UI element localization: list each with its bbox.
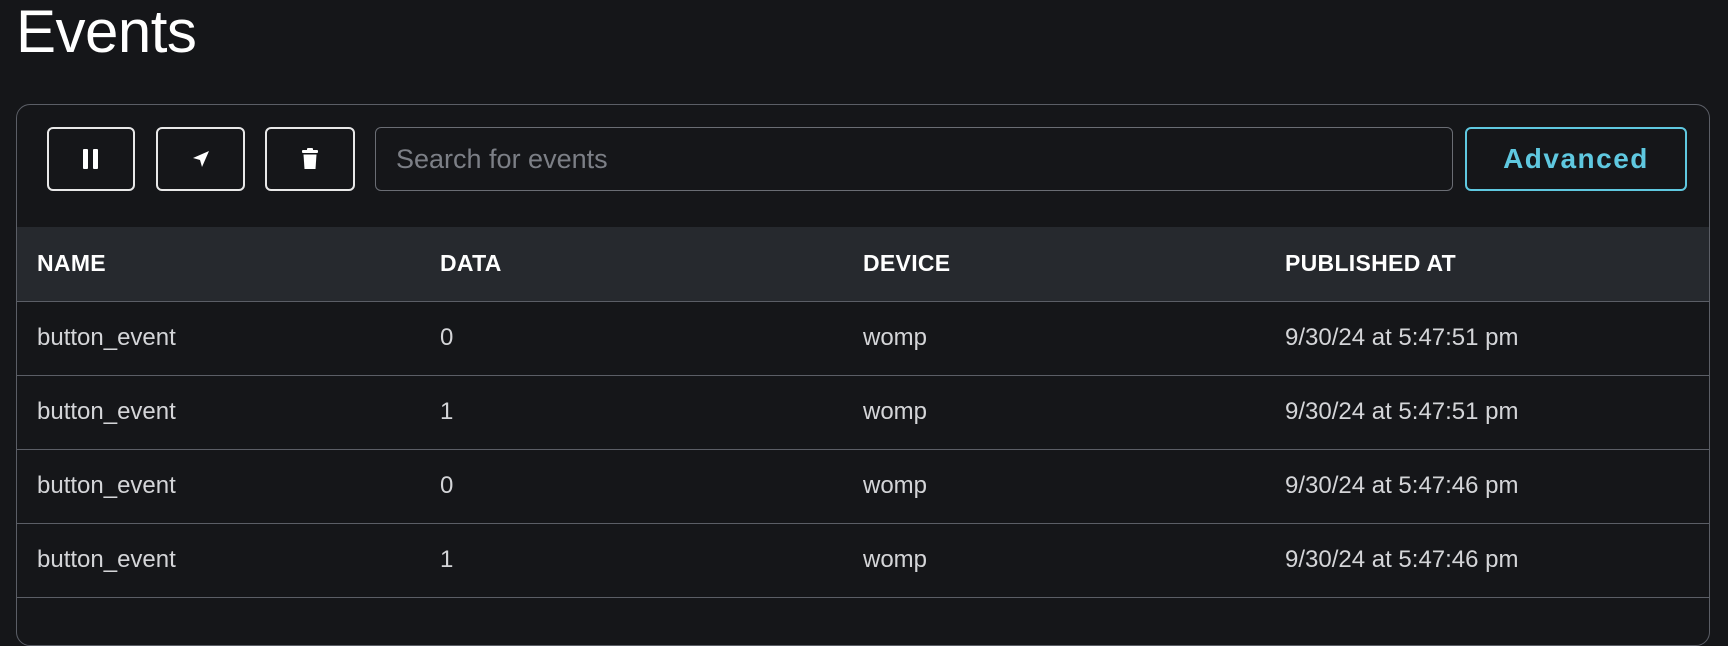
clear-events-button[interactable] — [265, 127, 355, 191]
event-published-cell: 9/30/24 at 5:47:51 pm — [1285, 398, 1519, 425]
column-header-device[interactable]: DEVICE — [843, 227, 1265, 301]
event-data-cell: 1 — [440, 546, 454, 573]
table-row[interactable]: button_event 0 womp 9/30/24 at 5:47:51 p… — [17, 301, 1709, 375]
event-device-cell: womp — [863, 546, 928, 573]
event-published-cell: 9/30/24 at 5:47:46 pm — [1285, 472, 1519, 499]
events-panel: Advanced NAME DATA DEVICE PUBLISHED AT b… — [16, 104, 1710, 646]
events-table: NAME DATA DEVICE PUBLISHED AT button_eve… — [17, 227, 1709, 598]
table-header-row: NAME DATA DEVICE PUBLISHED AT — [17, 227, 1709, 301]
search-input[interactable] — [375, 127, 1453, 191]
column-header-published-at[interactable]: PUBLISHED AT — [1265, 227, 1709, 301]
pause-icon — [82, 148, 100, 170]
advanced-button[interactable]: Advanced — [1465, 127, 1687, 191]
event-data-cell: 1 — [440, 398, 454, 425]
event-published-cell: 9/30/24 at 5:47:46 pm — [1285, 546, 1519, 573]
send-icon — [192, 150, 210, 168]
event-name-cell: button_event — [37, 546, 176, 573]
event-name-cell: button_event — [37, 398, 176, 425]
event-device-cell: womp — [863, 324, 928, 351]
event-device-cell: womp — [863, 472, 928, 499]
page-title: Events — [16, 0, 197, 65]
table-row[interactable]: button_event 0 womp 9/30/24 at 5:47:46 p… — [17, 449, 1709, 523]
event-name-cell: button_event — [37, 472, 176, 499]
events-toolbar: Advanced — [17, 105, 1709, 227]
column-header-data[interactable]: DATA — [420, 227, 843, 301]
event-device-cell: womp — [863, 398, 928, 425]
column-header-name[interactable]: NAME — [17, 227, 420, 301]
publish-event-button[interactable] — [156, 127, 245, 191]
table-row[interactable]: button_event 1 womp 9/30/24 at 5:47:46 p… — [17, 523, 1709, 597]
table-row[interactable]: button_event 1 womp 9/30/24 at 5:47:51 p… — [17, 375, 1709, 449]
event-data-cell: 0 — [440, 472, 454, 499]
event-published-cell: 9/30/24 at 5:47:51 pm — [1285, 324, 1519, 351]
event-data-cell: 0 — [440, 324, 454, 351]
event-name-cell: button_event — [37, 324, 176, 351]
trash-icon — [301, 148, 319, 170]
pause-button[interactable] — [47, 127, 135, 191]
